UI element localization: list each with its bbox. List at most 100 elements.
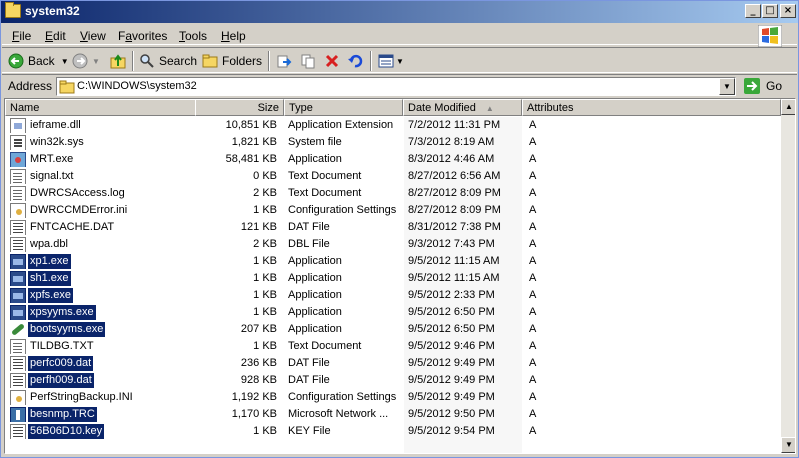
views-button[interactable]: ▼ [378,52,404,70]
windows-logo-icon [758,25,782,47]
file-row[interactable]: DWRCSAccess.log 2 KB Text Document 8/27/201… [5,185,781,202]
address-input[interactable]: C:\WINDOWS\system32 ▼ [56,77,736,96]
txt-icon [10,339,26,354]
file-row[interactable]: perfc009.dat 236 KB DAT File 9/5/2012 9:49 … [5,355,781,372]
file-row[interactable]: sh1.exe 1 KB Application 9/5/2012 11:15 AM A [5,270,781,287]
file-attributes: A [529,204,537,216]
file-row[interactable]: MRT.exe 58,481 KB Application 8/3/2012 4:46… [5,151,781,168]
close-button[interactable]: × [780,4,796,18]
file-row[interactable]: wpa.dbl 2 KB DBL File 9/3/2012 7:43 PM A [5,236,781,253]
maximize-button[interactable]: □ [762,4,778,18]
file-name: besnmp.TRC [28,407,97,422]
file-row[interactable]: win32k.sys 1,821 KB System file 7/3/2012 8:… [5,134,781,151]
column-type[interactable]: Type [284,99,403,116]
explorer-window: system32 _ □ × File Edit View Favorites … [0,0,799,458]
column-date-modified[interactable]: Date Modified ▲ [403,99,522,116]
column-attributes[interactable]: Attributes [522,99,781,116]
file-name: bootsyyms.exe [28,322,106,337]
file-size: 2 KB [253,238,277,250]
file-attributes: A [529,391,537,403]
folder-icon [5,2,21,18]
toolbar: Back ▼ ▼ Search Folders ▼ [2,47,797,73]
file-row[interactable]: DWRCCMDError.ini 1 KB Configuration Settin… [5,202,781,219]
file-size: 207 KB [240,323,277,335]
file-list[interactable]: Name Size Type Date Modified ▲ Attributes… [4,98,796,454]
search-label: Search [159,54,198,68]
menu-help[interactable]: Help [221,29,246,43]
file-row[interactable]: PerfStringBackup.INI 1,192 KB Configuratio… [5,389,781,406]
menu-edit[interactable]: Edit [45,29,66,43]
menu-tools[interactable]: Tools [179,29,207,43]
exe-icon [10,271,26,286]
folders-icon [202,54,218,68]
menu-file[interactable]: File [12,29,31,43]
address-dropdown-icon[interactable]: ▼ [719,78,735,95]
delete-icon [325,54,339,68]
file-row[interactable]: ieframe.dll 10,851 KB Application Extensio… [5,117,781,134]
title-bar[interactable]: system32 _ □ × [1,1,798,23]
undo-icon [348,54,363,68]
file-row[interactable]: xpfs.exe 1 KB Application 9/5/2012 2:33 PM A [5,287,781,304]
dat-icon [10,237,26,252]
dat-icon [10,220,26,235]
file-row[interactable]: TILDBG.TXT 1 KB Text Document 9/5/2012 9:46… [5,338,781,355]
undo-button[interactable] [347,52,363,70]
file-name: signal.txt [30,170,74,182]
file-attributes: A [529,357,537,369]
file-row[interactable]: xp1.exe 1 KB Application 9/5/2012 11:15 AM A [5,253,781,270]
file-name: PerfStringBackup.INI [30,391,133,403]
sort-ascending-icon: ▲ [485,104,494,113]
up-folder-button[interactable] [110,52,126,70]
move-to-button[interactable] [276,52,292,70]
scroll-down-button[interactable]: ▼ [781,437,795,453]
file-row[interactable]: bootsyyms.exe 207 KB Application 9/5/2012 6… [5,321,781,338]
file-attributes: A [529,221,537,233]
file-row[interactable]: 56B06D10.key 1 KB KEY File 9/5/2012 9:54 PM… [5,423,781,440]
dll-icon [10,118,26,133]
exe-icon [10,288,26,303]
forward-button[interactable]: ▼ [72,52,100,70]
address-label: Address [8,79,53,93]
file-name: perfh009.dat [28,373,94,388]
minimize-button[interactable]: _ [745,4,761,18]
file-date-modified: 9/5/2012 6:50 PM [408,306,495,318]
back-button[interactable]: Back ▼ [8,52,69,70]
scroll-up-button[interactable]: ▲ [781,99,795,115]
menu-favorites[interactable]: Favorites [118,29,167,43]
file-size: 1,192 KB [231,391,277,403]
file-attributes: A [529,238,537,250]
views-dropdown-icon[interactable]: ▼ [396,57,404,66]
file-name: xpsyyms.exe [28,305,96,320]
file-size: 928 KB [240,374,277,386]
file-type: Text Document [288,187,362,199]
folders-button[interactable]: Folders [202,52,262,70]
column-name-label: Name [10,102,40,114]
go-button[interactable]: Go [744,78,782,94]
file-row[interactable]: FNTCACHE.DAT 121 KB DAT File 8/31/2012 7:38… [5,219,781,236]
column-size[interactable]: Size [195,99,284,116]
toolbar-separator [268,51,270,71]
forward-dropdown-icon[interactable]: ▼ [92,57,100,66]
search-button[interactable]: Search [139,52,197,70]
toolbar-separator [132,51,134,71]
file-size: 1 KB [253,204,277,216]
file-name: win32k.sys [30,136,84,148]
exe-icon [10,254,26,269]
file-name: ieframe.dll [30,119,81,131]
forward-arrow-icon [72,53,88,69]
file-row[interactable]: signal.txt 0 KB Text Document 8/27/2012 6:5… [5,168,781,185]
copy-to-button[interactable] [300,52,316,70]
file-date-modified: 9/5/2012 11:15 AM [408,255,500,267]
menu-view[interactable]: View [80,29,106,43]
delete-button[interactable] [324,52,340,70]
back-dropdown-icon[interactable]: ▼ [61,57,69,66]
file-attributes: A [529,136,537,148]
file-row[interactable]: besnmp.TRC 1,170 KB Microsoft Network ... 9… [5,406,781,423]
mrt-icon [10,152,26,167]
file-row[interactable]: perfh009.dat 928 KB DAT File 9/5/2012 9:49 … [5,372,781,389]
file-row[interactable]: xpsyyms.exe 1 KB Application 9/5/2012 6:50 … [5,304,781,321]
file-date-modified: 9/5/2012 9:46 PM [408,340,495,352]
vertical-scrollbar[interactable]: ▲ ▼ [781,99,795,453]
file-size: 10,851 KB [225,119,277,131]
ini-icon [10,390,26,405]
